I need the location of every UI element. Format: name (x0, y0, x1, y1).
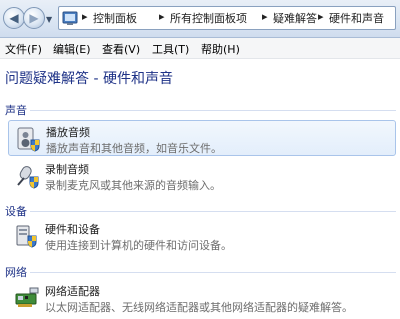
breadcrumb-control-panel[interactable]: 控制面板 (93, 10, 137, 26)
speaker-shield-icon (17, 127, 40, 152)
back-arrow-icon: ◀ (9, 11, 19, 25)
item-description: 使用连接到计算机的硬件和访问设备。 (45, 239, 232, 252)
menu-file[interactable]: 文件(F) (5, 41, 42, 57)
item-description: 播放声音和其他音频，如音乐文件。 (46, 142, 222, 155)
troubleshooter-hardware-devices[interactable]: 硬件和设备 使用连接到计算机的硬件和访问设备。 (8, 218, 396, 254)
forward-button[interactable]: ▶ (23, 7, 45, 29)
address-bar[interactable]: ▸ 控制面板 ▸ 所有控制面板项 ▸ 疑难解答 ▸ 硬件和声音 (58, 6, 396, 30)
breadcrumb-chevron-icon[interactable]: ▸ (262, 10, 268, 23)
section-header-sound: 声音 (5, 104, 27, 117)
section-header-network: 网络 (5, 266, 27, 279)
address-root-chevron-icon[interactable]: ▸ (82, 10, 88, 23)
menu-help[interactable]: 帮助(H) (201, 41, 240, 57)
recent-pages-dropdown-icon[interactable]: ▼ (46, 15, 52, 24)
network-adapter-icon (15, 287, 39, 307)
navigation-bar: ◀ ▶ ▼ ▸ 控制面板 ▸ 所有控制面板项 ▸ 疑难解答 ▸ 硬件和声音 (0, 0, 400, 38)
item-title: 播放音频 (46, 126, 90, 139)
item-description: 录制麦克风或其他来源的音频输入。 (45, 179, 221, 192)
troubleshooter-playing-audio[interactable]: 播放音频 播放声音和其他音频，如音乐文件。 (8, 120, 396, 156)
troubleshooter-network-adapter[interactable]: 网络适配器 以太网适配器、无线网络适配器或其他网络适配器的疑难解答。 (8, 280, 396, 316)
menu-bar: 文件(F) 编辑(E) 查看(V) 工具(T) 帮助(H) (0, 38, 400, 59)
section-divider (30, 110, 396, 111)
menu-edit[interactable]: 编辑(E) (53, 41, 91, 57)
item-title: 网络适配器 (45, 285, 100, 298)
section-header-device: 设备 (5, 205, 27, 218)
breadcrumb-chevron-icon[interactable]: ▸ (318, 10, 324, 23)
breadcrumb-hardware-sound[interactable]: 硬件和声音 (329, 10, 384, 26)
menu-tools[interactable]: 工具(T) (152, 41, 189, 57)
troubleshooter-recording-audio[interactable]: 录制音频 录制麦克风或其他来源的音频输入。 (8, 158, 396, 194)
item-title: 录制音频 (45, 163, 89, 176)
breadcrumb-chevron-icon[interactable]: ▸ (159, 10, 165, 23)
control-panel-icon (62, 11, 78, 25)
section-divider (30, 272, 396, 273)
item-title: 硬件和设备 (45, 223, 100, 236)
breadcrumb-all-items[interactable]: 所有控制面板项 (170, 10, 247, 26)
section-divider (30, 211, 396, 212)
forward-arrow-icon: ▶ (29, 11, 39, 25)
device-shield-icon (16, 225, 37, 248)
menu-view[interactable]: 查看(V) (102, 41, 140, 57)
back-button[interactable]: ◀ (3, 7, 25, 29)
microphone-shield-icon (17, 166, 39, 189)
item-description: 以太网适配器、无线网络适配器或其他网络适配器的疑难解答。 (45, 301, 353, 314)
page-title: 问题疑难解答 - 硬件和声音 (5, 71, 173, 87)
breadcrumb-troubleshooting[interactable]: 疑难解答 (273, 10, 317, 26)
